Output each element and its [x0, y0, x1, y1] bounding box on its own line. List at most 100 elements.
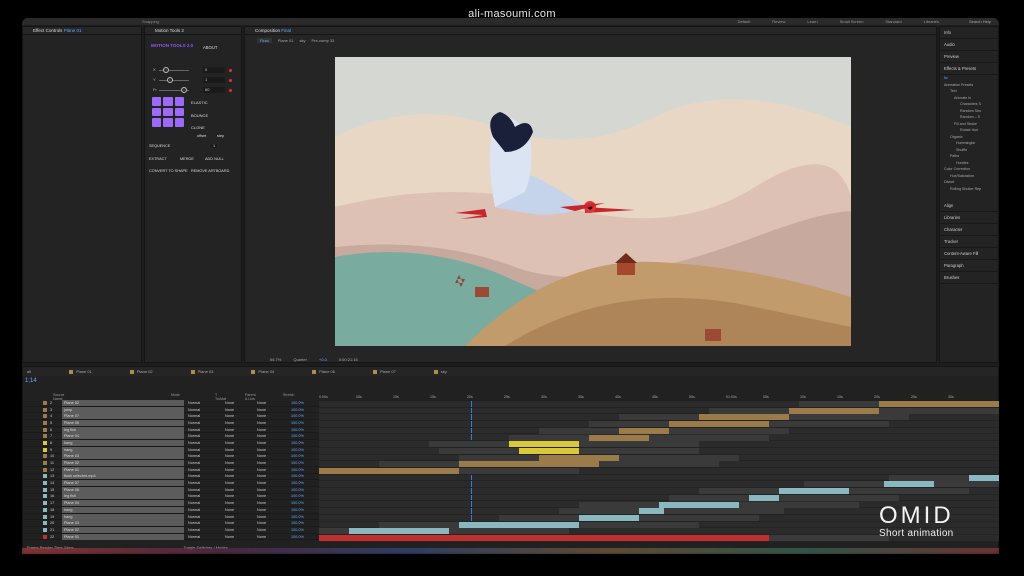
layer-trkmat[interactable]: None	[225, 494, 251, 498]
effect-controls-title[interactable]: Effect Controls Plane 01	[23, 27, 141, 35]
layer-active-bar[interactable]	[669, 421, 769, 428]
layer-trkmat[interactable]: None	[225, 508, 251, 512]
layer-parent[interactable]: None	[257, 461, 287, 465]
layer-stretch[interactable]: 100.0%	[291, 448, 304, 452]
layer-name[interactable]: hang	[62, 513, 184, 520]
layer-name[interactable]: leg fish	[62, 493, 184, 500]
layer-name[interactable]: Plane 06	[62, 419, 184, 426]
lower-panel-item[interactable]: Brushes	[940, 272, 998, 284]
comp-crumb-plane01[interactable]: Plane 01	[278, 38, 294, 43]
layer-trkmat[interactable]: None	[225, 408, 251, 412]
layer-parent[interactable]: None	[257, 481, 287, 485]
layer-trkmat[interactable]: None	[225, 501, 251, 505]
layer-color-label[interactable]	[43, 434, 47, 439]
merge-button[interactable]: MERGE	[180, 157, 194, 161]
layer-stretch[interactable]: 100.0%	[291, 488, 304, 492]
remove-artboard-button[interactable]: REMOVE ARTBOARD	[191, 169, 229, 173]
slider-x[interactable]: X 0	[153, 67, 238, 73]
layer-stretch[interactable]: 100.0%	[291, 515, 304, 519]
anchor-cell[interactable]	[152, 118, 162, 127]
layer-trkmat[interactable]: None	[225, 468, 251, 472]
layer-parent[interactable]: None	[257, 474, 287, 478]
layer-name[interactable]: hang	[62, 439, 184, 446]
layer-stretch[interactable]: 100.0%	[291, 401, 304, 405]
col-parent[interactable]: Parent & Link	[217, 393, 257, 401]
layer-trkmat[interactable]: None	[225, 535, 251, 539]
layer-color-label[interactable]	[43, 514, 47, 519]
layer-trkmat[interactable]: None	[225, 421, 251, 425]
layer-track[interactable]	[319, 488, 999, 495]
layer-name[interactable]: Plane 07	[62, 413, 184, 420]
anchor-cell[interactable]	[174, 118, 184, 127]
layer-active-bar[interactable]	[319, 535, 769, 541]
layer-active-bar[interactable]	[879, 401, 999, 407]
layer-duration-bar[interactable]	[559, 508, 784, 515]
slider-y[interactable]: Y 1	[153, 77, 238, 83]
layer-name[interactable]: hang	[62, 506, 184, 513]
workspace-default[interactable]: Default	[738, 19, 751, 24]
layer-trkmat[interactable]: None	[225, 441, 251, 445]
lower-panel-item[interactable]: Character	[940, 224, 998, 236]
layer-mode[interactable]: Normal	[188, 488, 212, 492]
layer-track[interactable]	[319, 474, 999, 482]
layer-stretch[interactable]: 100.0%	[291, 508, 304, 512]
layer-trkmat[interactable]: None	[225, 481, 251, 485]
layer-stretch[interactable]: 100.0%	[291, 501, 304, 505]
anchor-cell[interactable]	[163, 107, 173, 117]
layer-color-label[interactable]	[43, 407, 47, 412]
panel-audio[interactable]: Audio	[940, 39, 998, 51]
layer-mode[interactable]: Normal	[188, 428, 212, 432]
layer-parent[interactable]: None	[257, 521, 287, 525]
comp-crumb-precomp[interactable]: Pre-comp 33	[311, 38, 334, 43]
layer-mode[interactable]: Normal	[188, 434, 212, 438]
layer-parent[interactable]: None	[257, 401, 287, 405]
layer-track[interactable]	[319, 434, 999, 442]
layer-trkmat[interactable]: None	[225, 515, 251, 519]
anchor-cell[interactable]	[152, 107, 162, 117]
extract-button[interactable]: EXTRACT	[149, 157, 167, 161]
lower-panel-item[interactable]: Paragraph	[940, 260, 998, 272]
layer-mode[interactable]: Normal	[188, 481, 212, 485]
lower-panel-item[interactable]: Align	[940, 200, 998, 212]
lower-panel-item[interactable]: Content-Aware Fill	[940, 248, 998, 260]
layer-active-bar[interactable]	[619, 427, 669, 434]
layer-active-bar[interactable]	[639, 508, 664, 515]
layer-active-bar[interactable]	[459, 521, 579, 528]
layer-color-label[interactable]	[43, 507, 47, 512]
layer-stretch[interactable]: 100.0%	[291, 535, 304, 539]
col-stretch[interactable]: Stretch	[257, 393, 294, 399]
layer-track[interactable]	[319, 461, 999, 468]
layer-name[interactable]: hang	[62, 446, 184, 453]
layer-stretch[interactable]: 100.0%	[291, 441, 304, 445]
layer-stretch[interactable]: 100.0%	[291, 461, 304, 465]
comp-crumb-sky[interactable]: sky	[299, 38, 305, 43]
sequence-step-field[interactable]: 1	[211, 144, 218, 148]
anchor-cell[interactable]	[163, 118, 173, 127]
layer-color-label[interactable]	[43, 420, 47, 425]
anchor-cell[interactable]	[174, 97, 184, 106]
workspace-learn[interactable]: Learn	[807, 19, 817, 24]
layer-parent[interactable]: None	[257, 414, 287, 418]
layer-stretch[interactable]: 100.0%	[291, 428, 304, 432]
timeline-tab[interactable]: Plane 04	[251, 369, 274, 374]
layer-stretch[interactable]: 100.0%	[291, 521, 304, 525]
layer-active-bar[interactable]	[749, 494, 779, 501]
layer-active-bar[interactable]	[779, 488, 849, 495]
layer-trkmat[interactable]: None	[225, 488, 251, 492]
exposure-value[interactable]: +0.0	[319, 357, 327, 362]
layer-parent[interactable]: None	[257, 428, 287, 432]
layer-trkmat[interactable]: None	[225, 428, 251, 432]
layer-name[interactable]: Plane 06	[62, 486, 184, 493]
layer-row[interactable]: 22 Plane 01 Normal None None 100.0%	[23, 533, 319, 541]
layer-color-label[interactable]	[43, 454, 47, 459]
layer-mode[interactable]: Normal	[188, 421, 212, 425]
layer-trkmat[interactable]: None	[225, 414, 251, 418]
layer-name[interactable]: Plane 04	[62, 500, 184, 507]
add-null-button[interactable]: ADD NULL	[205, 157, 224, 161]
layer-active-bar[interactable]	[539, 454, 619, 461]
about-button[interactable]: ABOUT	[203, 45, 217, 50]
layer-name[interactable]: Plane 03	[62, 453, 184, 460]
composition-viewer[interactable]	[335, 57, 851, 346]
lower-panel-item[interactable]: Libraries	[940, 212, 998, 224]
layer-color-label[interactable]	[43, 487, 47, 492]
